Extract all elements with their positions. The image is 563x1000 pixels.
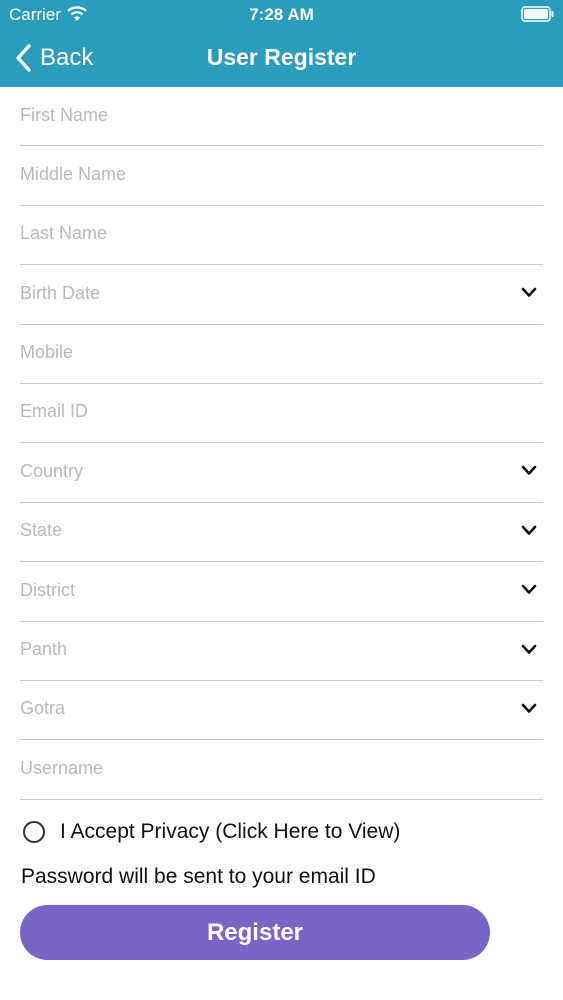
status-time: 7:28 AM	[249, 5, 314, 24]
middle-name-input[interactable]	[20, 160, 500, 189]
state-input[interactable]	[20, 516, 500, 545]
field-username[interactable]	[20, 740, 543, 800]
field-state[interactable]	[20, 503, 543, 563]
chevron-down-icon[interactable]	[521, 584, 537, 595]
field-district[interactable]	[20, 562, 543, 622]
status-bar: Carrier 7:28 AM	[0, 0, 563, 30]
mobile-input[interactable]	[20, 338, 500, 367]
chevron-down-icon[interactable]	[521, 465, 537, 476]
email-id-input[interactable]	[20, 397, 500, 426]
field-mobile[interactable]	[20, 325, 543, 384]
birth-date-input[interactable]	[20, 279, 500, 308]
country-input[interactable]	[20, 457, 500, 486]
radio-button-icon[interactable]	[23, 821, 45, 843]
register-button[interactable]: Register	[20, 905, 490, 960]
field-gotra[interactable]	[20, 681, 543, 741]
field-birth-date[interactable]	[20, 265, 543, 325]
chevron-down-icon[interactable]	[521, 644, 537, 655]
privacy-accept-toggle[interactable]: I Accept Privacy (Click Here to View)	[23, 818, 400, 846]
chevron-down-icon[interactable]	[521, 703, 537, 714]
field-email-id[interactable]	[20, 384, 543, 444]
first-name-input[interactable]	[20, 101, 500, 129]
username-input[interactable]	[20, 754, 500, 783]
register-form	[20, 87, 543, 800]
header-bar: Carrier 7:28 AM Back User Register	[0, 0, 563, 87]
last-name-input[interactable]	[20, 219, 500, 248]
gotra-input[interactable]	[20, 694, 500, 723]
panth-input[interactable]	[20, 635, 500, 664]
privacy-label: I Accept Privacy (Click Here to View)	[60, 820, 401, 843]
chevron-down-icon[interactable]	[521, 287, 537, 298]
nav-bar: Back User Register	[0, 38, 563, 78]
field-country[interactable]	[20, 443, 543, 503]
battery-icon	[521, 6, 554, 22]
field-panth[interactable]	[20, 622, 543, 681]
field-first-name[interactable]	[20, 87, 543, 147]
district-input[interactable]	[20, 576, 500, 605]
page-title: User Register	[206, 44, 357, 70]
field-middle-name[interactable]	[20, 146, 543, 206]
field-last-name[interactable]	[20, 206, 543, 266]
password-note: Password will be sent to your email ID	[21, 865, 376, 888]
chevron-down-icon[interactable]	[521, 525, 537, 536]
